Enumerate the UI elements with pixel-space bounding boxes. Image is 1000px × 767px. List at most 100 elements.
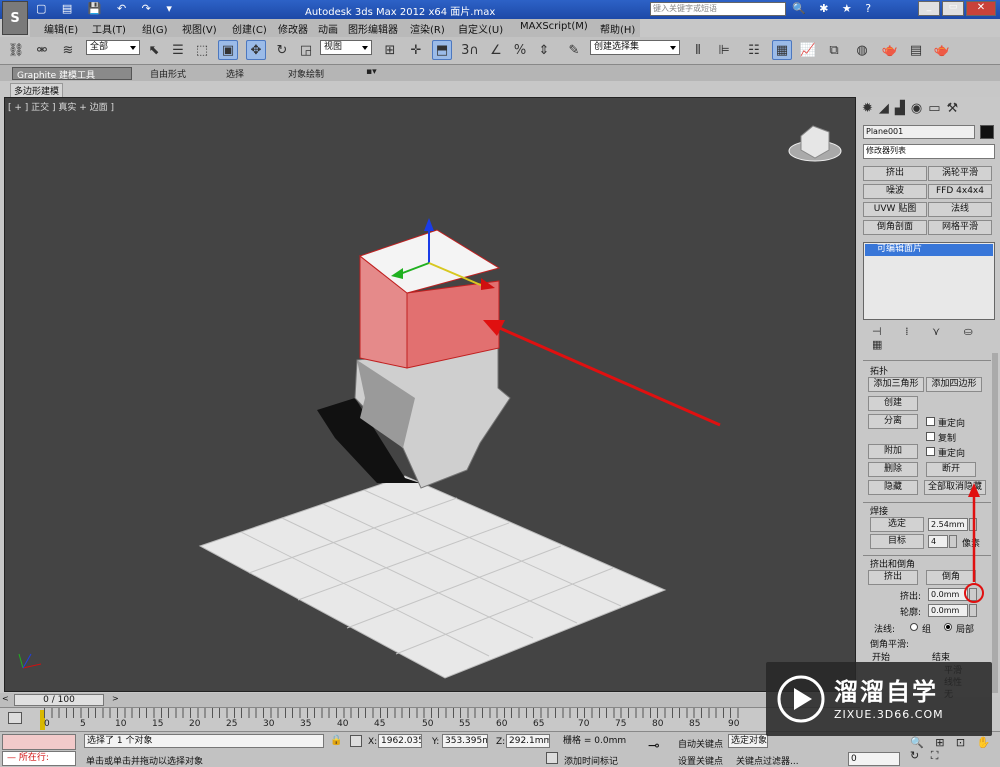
render-production-icon[interactable]: 🫖 <box>932 40 952 60</box>
lock-icon[interactable]: 🔒 <box>330 735 342 746</box>
restore-button[interactable]: ▭ <box>942 1 964 16</box>
edit-named-selection-icon[interactable]: ✎ <box>564 40 584 60</box>
menu-graph-editors[interactable]: 图形编辑器 <box>348 21 398 36</box>
help-icons[interactable]: 🔍 ✱ ★ ? <box>792 2 876 15</box>
selection-set-dropdown[interactable]: 选定对象 <box>728 734 768 748</box>
ribbon-options-icon[interactable]: ▪▾ <box>362 67 381 80</box>
tick-70: 70 <box>578 719 590 729</box>
rectangular-selection-icon[interactable]: ⬚ <box>192 40 212 60</box>
tick-0: 0 <box>44 719 50 729</box>
track-bar[interactable]: 0 5 10 15 20 25 30 35 40 45 50 55 60 65 … <box>0 707 860 731</box>
menu-edit[interactable]: 编辑(E) <box>44 21 78 36</box>
ruler-ticks <box>44 708 744 718</box>
scale-icon[interactable]: ◲ <box>296 40 316 60</box>
command-panel: ✹◢▟◉▭⚒ Plane001 修改器列表 挤出 涡轮平滑 噪波 FFD 4x4… <box>858 97 1000 700</box>
ribbon-panel: 多边形建模 <box>0 81 1000 98</box>
rendered-frame-icon[interactable]: ▤ <box>906 40 926 60</box>
tick-20: 20 <box>189 719 201 729</box>
menu-views[interactable]: 视图(V) <box>182 21 217 36</box>
track-bar-icon[interactable] <box>8 712 22 724</box>
reference-coord-dropdown[interactable]: 视图 <box>320 40 372 55</box>
perspective-viewport[interactable] <box>4 97 856 692</box>
viewport-label[interactable]: [ + ] 正交 ] 真实 + 边面 ] <box>8 100 114 113</box>
close-button[interactable]: ✕ <box>966 1 996 16</box>
viewport-scene <box>18 125 842 679</box>
mirror-icon[interactable]: ⫴ <box>688 40 708 60</box>
app-logo[interactable]: S <box>2 1 28 35</box>
curve-editor-icon[interactable]: 📈 <box>798 40 818 60</box>
tick-65: 65 <box>533 719 545 729</box>
menu-tools[interactable]: 工具(T) <box>92 21 126 36</box>
watermark: 溜溜自学 ZIXUE.3D66.COM <box>766 662 992 736</box>
grid-status: 栅格 = 0.0mm <box>560 734 636 748</box>
tab-selection[interactable]: 选择 <box>222 67 248 80</box>
z-coord-field[interactable]: 292.1mm <box>506 734 550 748</box>
search-input[interactable]: 键入关键字或短语 <box>650 2 786 16</box>
tab-graphite-modeling[interactable]: Graphite 建模工具 <box>12 67 132 81</box>
window-crossing-icon[interactable]: ▣ <box>218 40 238 60</box>
absolute-mode-icon[interactable] <box>350 735 362 747</box>
layer-manager-icon[interactable]: ☷ <box>744 40 764 60</box>
link-icon[interactable]: ⛓ <box>6 40 26 60</box>
time-slider-next[interactable]: > <box>112 694 122 706</box>
time-slider-prev[interactable]: < <box>2 694 12 706</box>
x-coord-field[interactable]: 1962.035m <box>378 734 422 748</box>
material-editor-icon[interactable]: ◍ <box>852 40 872 60</box>
unlink-icon[interactable]: ⚮ <box>32 40 52 60</box>
set-key-button[interactable]: 设置关键点 <box>678 754 723 767</box>
minimize-button[interactable]: _ <box>918 1 940 16</box>
tab-freeform[interactable]: 自由形式 <box>146 67 190 80</box>
tick-90: 90 <box>728 719 740 729</box>
angle-snap-icon[interactable]: ∠ <box>486 40 506 60</box>
key-icon[interactable]: ⊸ <box>648 738 660 754</box>
pivot-center-icon[interactable]: ⊞ <box>380 40 400 60</box>
tick-55: 55 <box>459 719 471 729</box>
selection-status-text: 选择了 1 个对象 <box>87 736 153 746</box>
align-icon[interactable]: ⊫ <box>714 40 734 60</box>
snaps-toggle-icon[interactable]: 3 ∩ <box>460 40 480 60</box>
schematic-view-icon[interactable]: ⧉ <box>824 40 844 60</box>
move-icon[interactable]: ✥ <box>246 40 266 60</box>
keyboard-shortcut-icon[interactable]: ⬒ <box>432 40 452 60</box>
named-selection-dropdown[interactable]: 创建选择集 <box>590 40 680 55</box>
tab-object-paint[interactable]: 对象绘制 <box>284 67 328 80</box>
menu-modifiers[interactable]: 修改器 <box>278 21 308 36</box>
time-frame-value: 0 / 100 <box>43 695 75 705</box>
snap-label: 3 <box>461 42 470 58</box>
menu-animation[interactable]: 动画 <box>318 21 338 36</box>
menu-help[interactable]: 帮助(H) <box>600 21 635 36</box>
bind-spacewarp-icon[interactable]: ≋ <box>58 40 78 60</box>
gizmo-z-arrow <box>424 218 434 231</box>
maxscript-listener[interactable] <box>2 734 76 750</box>
quick-access-toolbar: ▢ ▤ 💾 ↶ ↷ ▾ <box>36 2 178 15</box>
menu-group[interactable]: 组(G) <box>142 21 168 36</box>
select-manipulate-icon[interactable]: ✛ <box>406 40 426 60</box>
auto-key-button[interactable]: 自动关键点 <box>678 737 723 750</box>
select-by-name-icon[interactable]: ☰ <box>168 40 188 60</box>
select-object-icon[interactable]: ⬉ <box>144 40 164 60</box>
menu-maxscript[interactable]: MAXScript(M) <box>520 21 588 32</box>
viewport-nav-icons[interactable]: 🔍 ⊞ ⊡ ✋ ↻ ⛶ <box>910 736 998 763</box>
polygon-modeling-label[interactable]: 多边形建模 <box>10 83 64 98</box>
menu-create[interactable]: 创建(C) <box>232 21 267 36</box>
selection-filter-dropdown[interactable]: 全部 <box>86 40 140 55</box>
tick-50: 50 <box>422 719 434 729</box>
add-time-tag-icon[interactable] <box>546 752 558 764</box>
render-setup-icon[interactable]: 🫖 <box>880 40 900 60</box>
tick-10: 10 <box>115 719 127 729</box>
y-coord-field[interactable]: 353.395mr <box>442 734 488 748</box>
menu-customize[interactable]: 自定义(U) <box>458 21 503 36</box>
percent-snap-icon[interactable]: % <box>510 40 530 60</box>
time-slider-thumb[interactable]: 0 / 100 <box>14 694 104 706</box>
menu-rendering[interactable]: 渲染(R) <box>410 21 445 36</box>
watermark-brand: 溜溜自学 <box>834 678 938 706</box>
spinner-snap-icon[interactable]: ⇕ <box>534 40 554 60</box>
rotate-icon[interactable]: ↻ <box>272 40 292 60</box>
time-slider[interactable]: < 0 / 100 > <box>0 693 860 707</box>
search-placeholder: 键入关键字或短语 <box>653 4 717 13</box>
current-frame-field[interactable]: 0 <box>848 752 900 766</box>
current-frame-value: 0 <box>851 754 857 764</box>
key-filters-button[interactable]: 关键点过滤器... <box>736 754 799 767</box>
graphite-toggle-icon[interactable]: ▦ <box>772 40 792 60</box>
add-time-tag-label[interactable]: 添加时间标记 <box>564 754 618 767</box>
